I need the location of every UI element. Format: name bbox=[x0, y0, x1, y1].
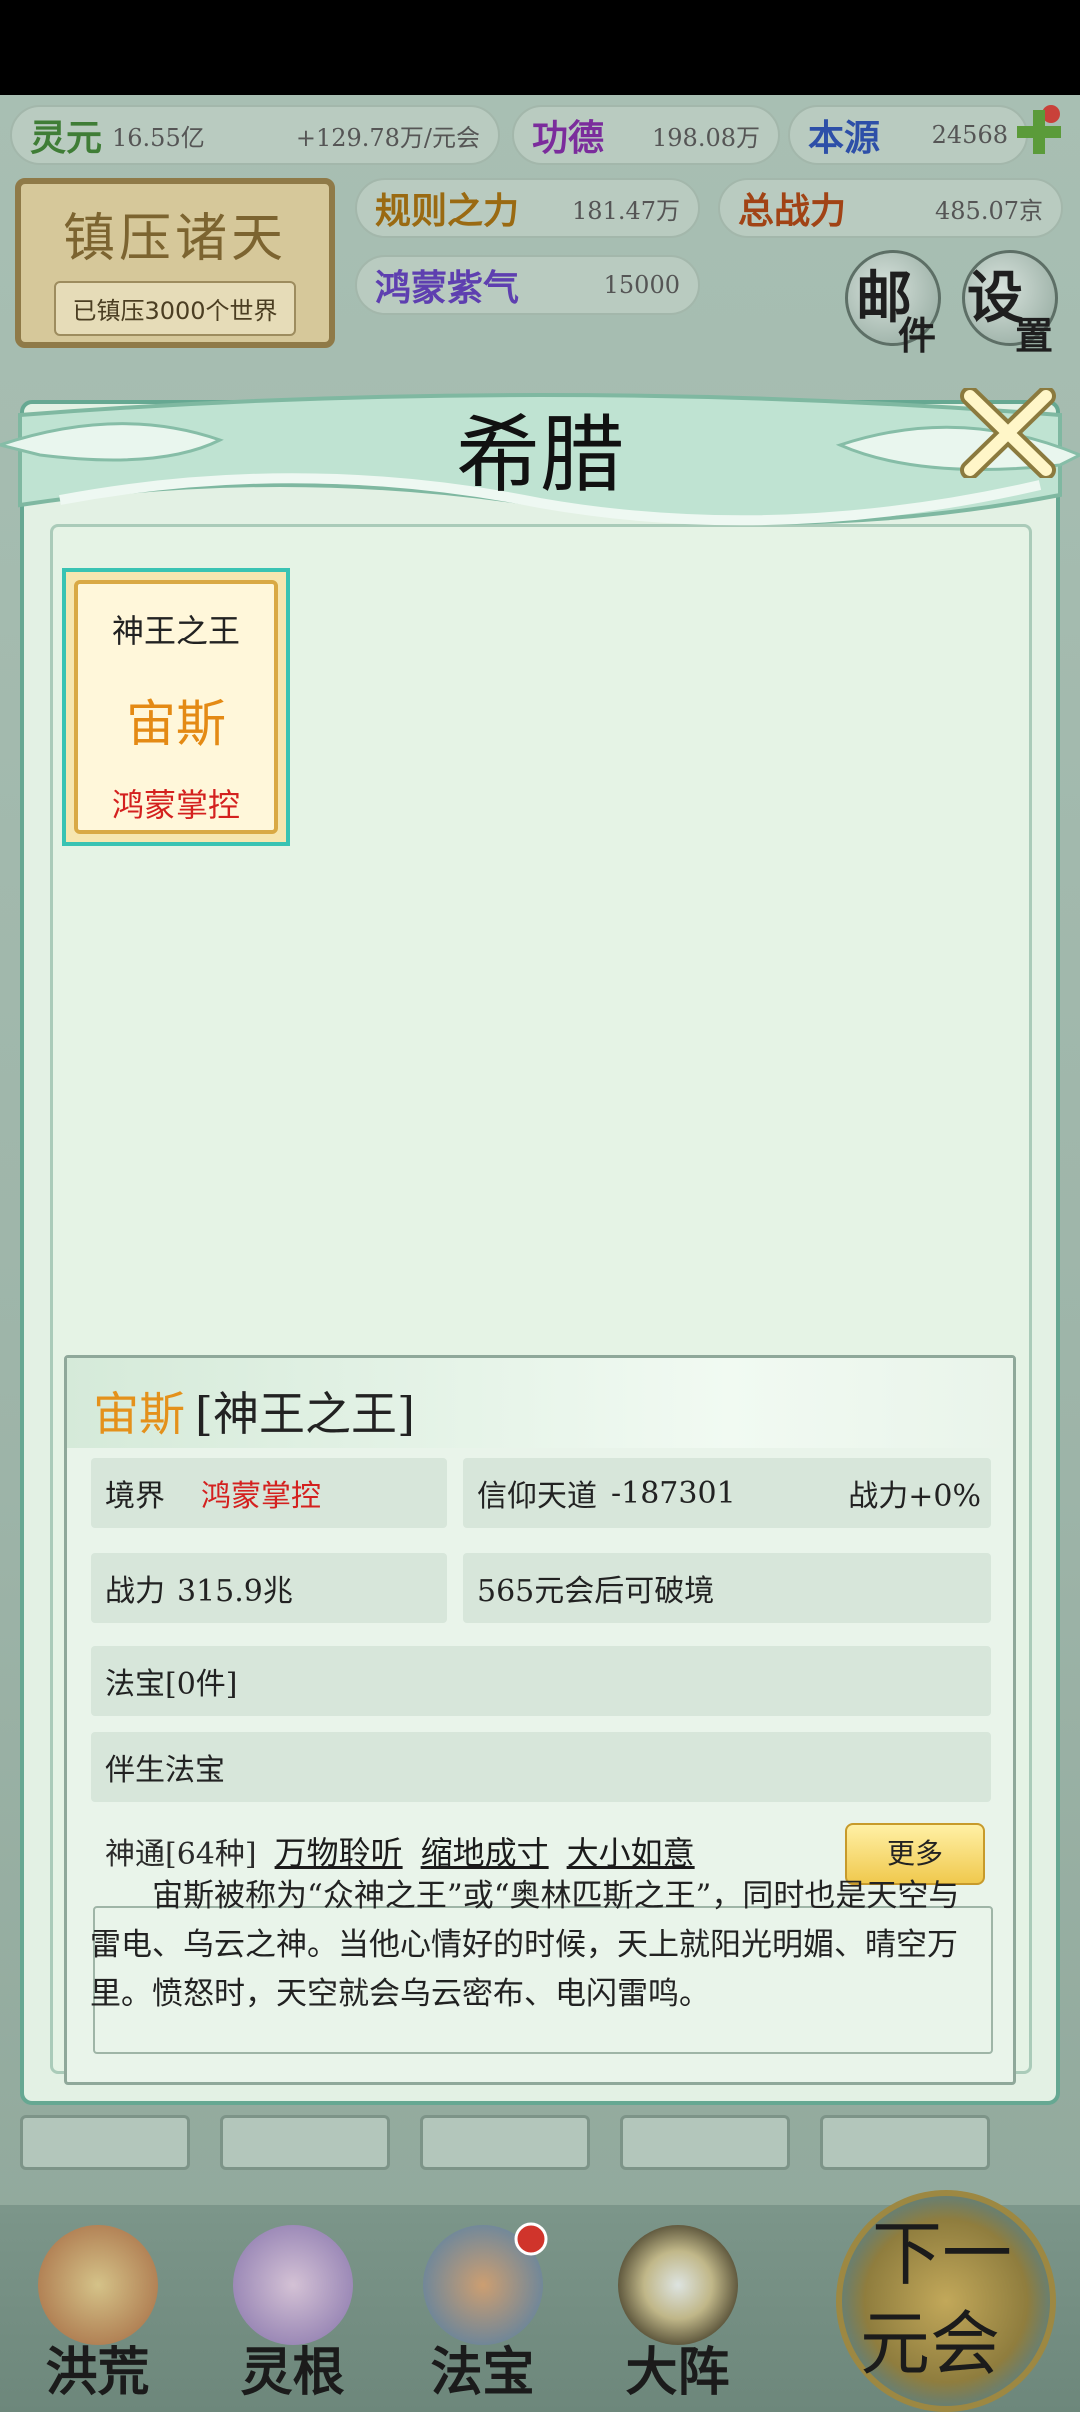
detail-rank: [神王之王] bbox=[195, 1387, 415, 1441]
suppress-worlds-plaque[interactable]: 镇压诸天 已镇压3000个世界 bbox=[15, 178, 335, 348]
treasure-cell[interactable]: 法宝[0件] bbox=[91, 1646, 991, 1716]
nav-label-fabao: 法宝 bbox=[430, 2342, 535, 2403]
slot-4 bbox=[620, 2115, 790, 2170]
volcano-icon bbox=[38, 2225, 158, 2345]
nav-fabao[interactable]: 法宝 bbox=[395, 2215, 570, 2405]
realm-value: 鸿蒙掌控 bbox=[201, 1479, 321, 1514]
next-era-line1: 下一 bbox=[872, 2213, 1012, 2295]
faith-cell: 信仰天道 -187301 战力+0% bbox=[463, 1458, 991, 1528]
gongde-value: 198.08万 bbox=[652, 123, 760, 152]
power-label: 战力 bbox=[105, 1574, 165, 1609]
lingyuan-pill: 灵元 16.55亿 +129.78万/元会 bbox=[10, 105, 500, 165]
skill-link-3[interactable]: 大小如意 bbox=[567, 1828, 695, 1874]
power-value: 315.9兆 bbox=[177, 1574, 293, 1609]
guize-value: 181.47万 bbox=[572, 196, 680, 225]
plaque-subtitle: 已镇压3000个世界 bbox=[54, 281, 296, 336]
god-card-zeus[interactable]: 神王之王 宙斯 鸿蒙掌控 bbox=[62, 568, 290, 846]
settings-text-2: 置 bbox=[1015, 313, 1054, 358]
nav-label-honghuang: 洪荒 bbox=[45, 2342, 150, 2403]
guize-label: 规则之力 bbox=[375, 190, 520, 232]
plaque-title: 镇压诸天 bbox=[62, 209, 287, 269]
slot-1 bbox=[20, 2115, 190, 2170]
status-bar bbox=[0, 0, 1080, 95]
gongde-label: 功德 bbox=[532, 117, 605, 159]
lingyuan-value: 16.55亿 bbox=[112, 123, 205, 152]
slot-5 bbox=[820, 2115, 990, 2170]
slot-2 bbox=[220, 2115, 390, 2170]
faith-label: 信仰天道 bbox=[477, 1479, 597, 1514]
nav-label-dazhen: 大阵 bbox=[625, 2342, 730, 2403]
zhanli-pill: 总战力 485.07京 bbox=[718, 178, 1063, 238]
benyuan-pill: 本源 24568 bbox=[788, 105, 1028, 165]
skills-row: 神通[64种] 万物聆听 缩地成寸 大小如意 bbox=[105, 1828, 695, 1874]
hongmeng-pill: 鸿蒙紫气 15000 bbox=[355, 255, 700, 315]
lingyuan-label: 灵元 bbox=[30, 117, 103, 159]
card-rank: 神王之王 bbox=[111, 612, 240, 650]
skills-label: 神通[64种] bbox=[105, 1837, 257, 1872]
detail-header: 宙斯 [神王之王] bbox=[67, 1358, 1013, 1448]
modal-header: 希腊 bbox=[0, 360, 1080, 504]
faith-value: -187301 bbox=[611, 1475, 736, 1511]
guize-pill: 规则之力 181.47万 bbox=[355, 178, 700, 238]
god-description: 宙斯被称为“众神之王”或“奥林匹斯之王”，同时也是天空与雷电、乌云之神。当他心情… bbox=[90, 1878, 960, 2012]
nav-label-linggen: 灵根 bbox=[240, 2342, 345, 2403]
lotus-icon bbox=[233, 2225, 353, 2345]
nav-honghuang[interactable]: 洪荒 bbox=[10, 2215, 185, 2405]
skill-link-1[interactable]: 万物聆听 bbox=[275, 1828, 403, 1874]
treasure-text: 法宝[0件] bbox=[105, 1667, 238, 1702]
hongmeng-label: 鸿蒙紫气 bbox=[375, 267, 520, 309]
zhanli-value: 485.07京 bbox=[935, 196, 1043, 225]
power-bonus: 战力+0% bbox=[848, 1479, 981, 1514]
next-era-button[interactable]: 下一 元会 bbox=[836, 2190, 1056, 2412]
slot-3 bbox=[420, 2115, 590, 2170]
modal-title: 希腊 bbox=[455, 406, 624, 504]
taiji-icon bbox=[618, 2225, 738, 2345]
realm-cell: 境界 鸿蒙掌控 bbox=[91, 1458, 447, 1528]
power-cell: 战力 315.9兆 bbox=[91, 1553, 447, 1623]
gongde-pill: 功德 198.08万 bbox=[512, 105, 780, 165]
mail-text-2: 件 bbox=[898, 313, 937, 358]
mail-button[interactable]: 邮 件 bbox=[845, 250, 941, 358]
hongmeng-value: 15000 bbox=[603, 271, 680, 299]
breakthrough-text: 565元会后可破境 bbox=[477, 1574, 715, 1609]
benyuan-label: 本源 bbox=[808, 117, 881, 159]
next-era-line2: 元会 bbox=[860, 2303, 1000, 2385]
add-benyuan-icon[interactable] bbox=[1013, 104, 1067, 158]
nav-dazhen[interactable]: 大阵 bbox=[590, 2215, 765, 2405]
nav-linggen[interactable]: 灵根 bbox=[205, 2215, 380, 2405]
close-icon[interactable] bbox=[960, 388, 1056, 478]
god-card-inner: 神王之王 宙斯 鸿蒙掌控 bbox=[74, 580, 278, 834]
skill-link-2[interactable]: 缩地成寸 bbox=[421, 1828, 549, 1874]
realm-label: 境界 bbox=[105, 1479, 165, 1514]
zhanli-label: 总战力 bbox=[738, 190, 847, 232]
card-realm: 鸿蒙掌控 bbox=[111, 786, 240, 824]
detail-name: 宙斯 bbox=[93, 1387, 185, 1441]
companion-treasure-cell[interactable]: 伴生法宝 bbox=[91, 1732, 991, 1802]
benyuan-value: 24568 bbox=[931, 121, 1008, 149]
card-name: 宙斯 bbox=[126, 695, 226, 753]
lingyuan-rate: +129.78万/元会 bbox=[295, 123, 480, 152]
companion-treasure-text: 伴生法宝 bbox=[105, 1753, 225, 1788]
breakthrough-cell: 565元会后可破境 bbox=[463, 1553, 991, 1623]
settings-button[interactable]: 设 置 bbox=[962, 250, 1058, 358]
notification-dot-icon bbox=[514, 2222, 548, 2256]
